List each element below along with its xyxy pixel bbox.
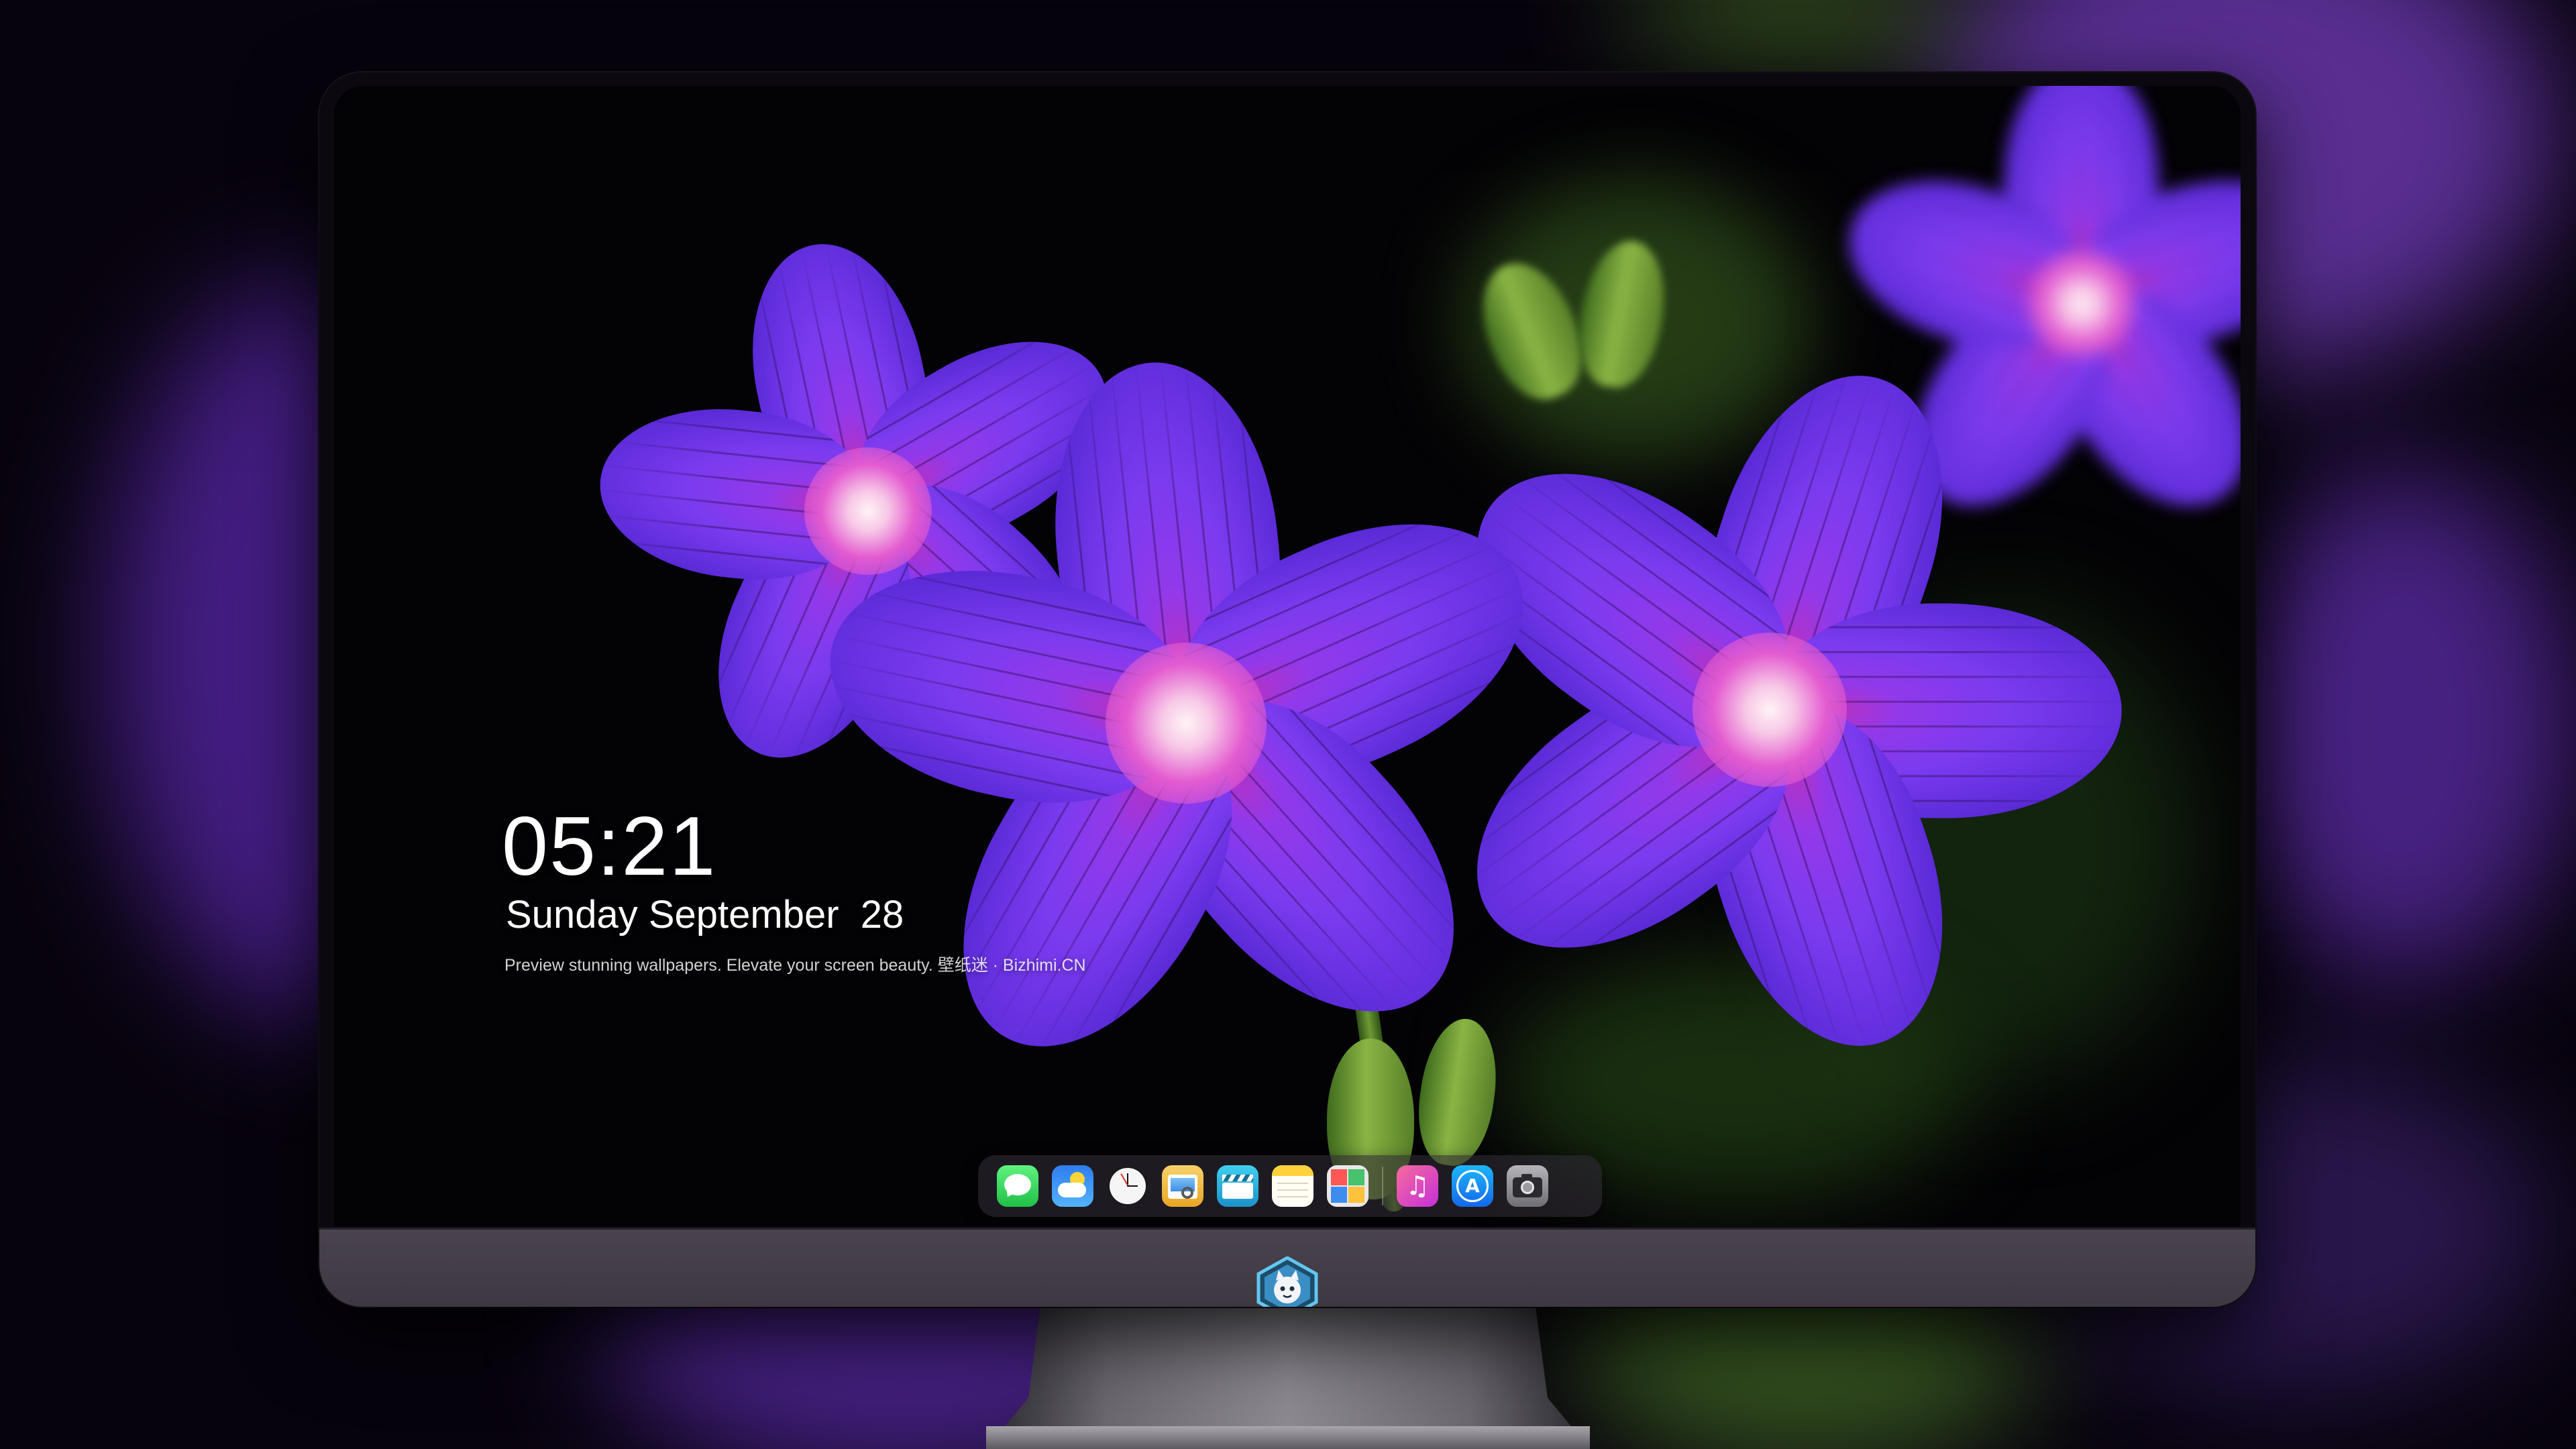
preview-app-icon[interactable] [1162,1165,1203,1207]
date-label: Sunday September 28 [506,893,904,936]
app-dock: ♫ A [978,1155,1602,1217]
flower-center [781,318,1592,1129]
notes-app-icon[interactable] [1272,1165,1313,1207]
clock-time: 05:21 [502,800,717,893]
clock-app-icon[interactable] [1107,1165,1148,1207]
dock-separator [1382,1167,1383,1205]
monitor-chin [319,1228,2255,1307]
messages-app-icon[interactable] [997,1165,1038,1207]
wallpaper [334,86,2241,1226]
clips-app-icon[interactable] [1217,1165,1258,1207]
cat-mascot-icon [1256,1256,1319,1307]
photo-booth-app-icon[interactable] [1327,1165,1368,1207]
monitor-frame: 05:21 Sunday September 28 Preview stunni… [319,72,2255,1307]
weather-app-icon[interactable] [1052,1165,1093,1207]
background-flower-blur [2227,470,2576,979]
camera-app-icon[interactable] [1507,1165,1548,1207]
music-app-icon[interactable]: ♫ [1397,1165,1438,1207]
wallpaper-tagline: Preview stunning wallpapers. Elevate you… [504,956,1086,975]
desktop-screen: 05:21 Sunday September 28 Preview stunni… [334,86,2241,1226]
monitor-stand-base [986,1426,1590,1449]
app-store-icon[interactable]: A [1452,1165,1493,1207]
